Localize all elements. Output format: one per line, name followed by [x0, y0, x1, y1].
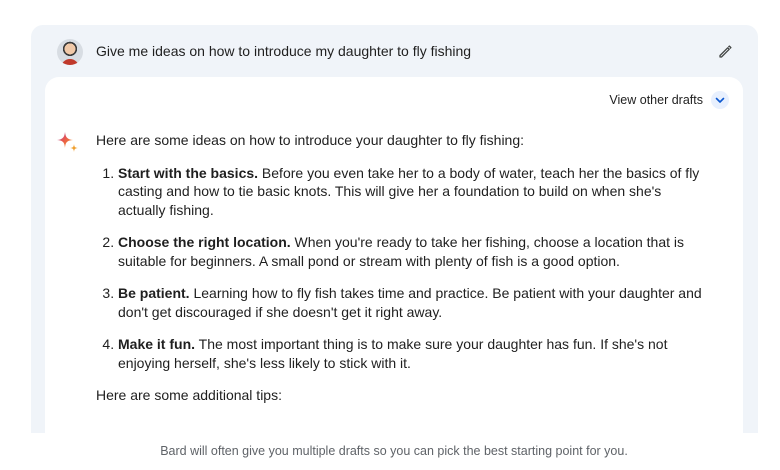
list-item-text: Learning how to fly fish takes time and … — [118, 285, 702, 320]
list-item-title: Be patient. — [118, 285, 190, 301]
user-avatar — [57, 39, 83, 65]
list-item: Choose the right location. When you're r… — [118, 233, 706, 270]
view-other-drafts-label: View other drafts — [609, 93, 703, 107]
caption-text: Bard will often give you multiple drafts… — [160, 444, 628, 458]
user-prompt-text: Give me ideas on how to introduce my dau… — [96, 43, 472, 59]
list-item: Start with the basics. Before you even t… — [118, 164, 706, 220]
view-other-drafts-button[interactable]: View other drafts — [609, 91, 729, 109]
sparkle-icon — [57, 132, 78, 152]
response-outro: Here are some additional tips: — [96, 387, 282, 403]
list-item-title: Choose the right location. — [118, 234, 291, 250]
list-item-title: Make it fun. — [118, 336, 196, 352]
list-item: Be patient. Learning how to fly fish tak… — [118, 284, 706, 321]
list-item: Make it fun. The most important thing is… — [118, 335, 706, 372]
response-card: View other drafts Here are some ideas on… — [45, 77, 743, 433]
list-item-text: The most important thing is to make sure… — [118, 336, 668, 371]
response-content: Here are some ideas on how to introduce … — [96, 131, 706, 405]
user-prompt-row: Give me ideas on how to introduce my dau… — [31, 25, 758, 77]
conversation-frame: Give me ideas on how to introduce my dau… — [31, 25, 758, 433]
pencil-icon[interactable] — [717, 43, 733, 59]
ideas-list: Start with the basics. Before you even t… — [96, 164, 706, 373]
chevron-down-icon — [711, 91, 729, 109]
response-intro: Here are some ideas on how to introduce … — [96, 132, 525, 148]
list-item-title: Start with the basics. — [118, 164, 259, 181]
